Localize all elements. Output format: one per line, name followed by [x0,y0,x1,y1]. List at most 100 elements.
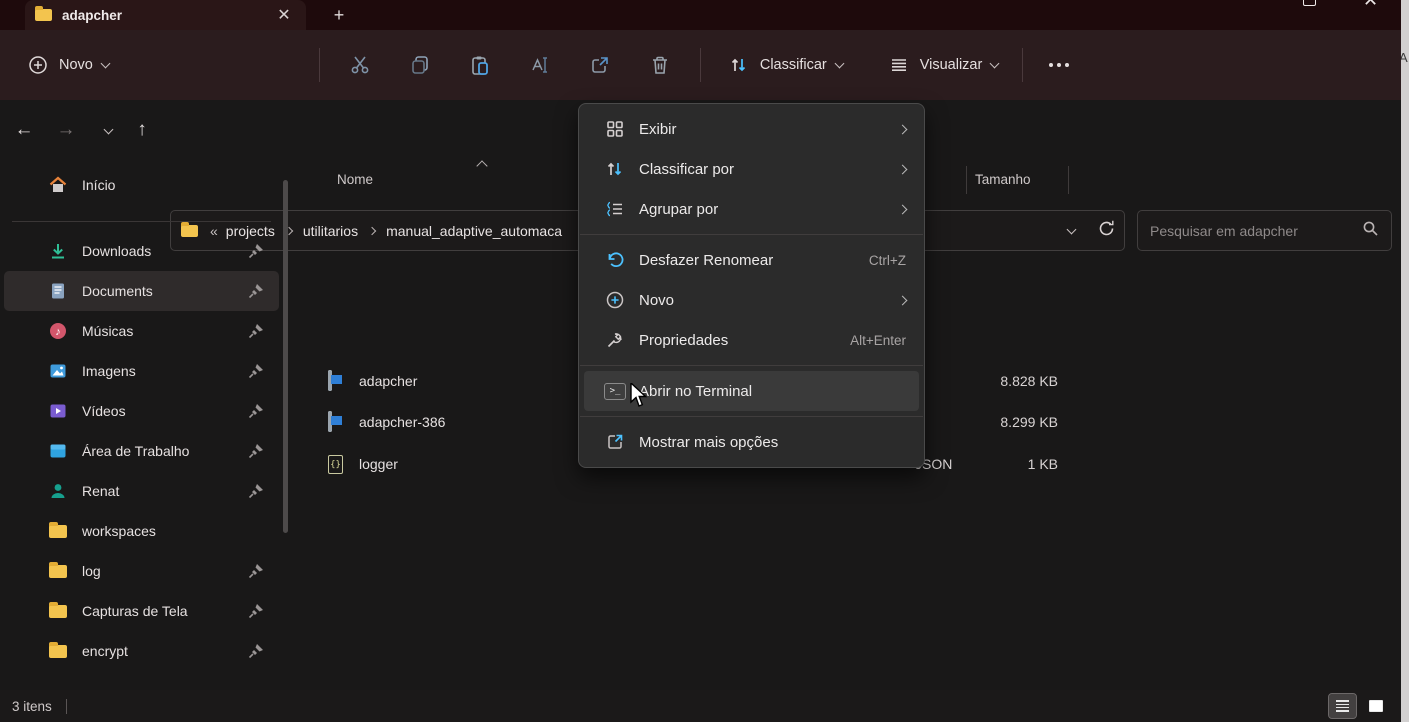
file-explorer-window: adapcher ✕ + ✕ Novo [0,0,1409,722]
title-bar: adapcher ✕ + ✕ [0,0,1401,30]
rename-icon[interactable] [528,53,552,77]
share-icon[interactable] [588,53,612,77]
pin-icon [247,602,265,620]
sidebar-item-label: Renat [82,483,119,499]
document-icon [48,281,68,301]
delete-icon[interactable] [648,53,672,77]
sort-arrows-icon [727,53,751,77]
menu-item-classificar-por[interactable]: Classificar por [584,149,919,189]
sidebar-item-videos[interactable]: Vídeos [4,391,279,431]
video-icon [48,401,68,421]
sidebar-item-capturas-de-tela[interactable]: Capturas de Tela [4,591,279,631]
download-icon [48,241,68,261]
plus-circle-icon [603,288,627,312]
sidebar-item-downloads[interactable]: Downloads [4,231,279,271]
folder-icon [48,521,68,541]
menu-item-agrupar-por[interactable]: Agrupar por [584,189,919,229]
svg-text:♪: ♪ [55,326,61,338]
menu-item-label: Exibir [639,121,899,138]
status-divider [66,699,67,714]
sidebar-item-encrypt[interactable]: encrypt [4,631,279,671]
column-header-name[interactable]: Nome [337,172,373,187]
toolbar-divider [319,48,320,82]
grid-icon [603,117,627,141]
sidebar-scrollbar[interactable] [283,180,288,533]
back-icon[interactable]: ← [8,114,40,146]
sort-arrows-icon [603,157,627,181]
edge-partial-text: A [1401,50,1408,65]
menu-item-label: Mostrar mais opções [639,434,906,451]
sort-button[interactable]: Classificar [717,45,853,85]
column-divider[interactable] [1068,166,1069,194]
sidebar-item-workspaces[interactable]: workspaces [4,511,279,551]
pin-icon [247,322,265,340]
pin-icon [247,362,265,380]
see-more-icon[interactable] [1049,63,1069,67]
items-count: 3 itens [12,699,52,714]
cut-icon[interactable] [348,53,372,77]
maximize-icon[interactable] [1303,0,1316,6]
new-button[interactable]: Novo [16,45,119,85]
explorer-tab[interactable]: adapcher ✕ [25,0,306,30]
pin-icon [247,402,265,420]
submenu-chevron-icon [898,204,908,214]
pin-icon [247,562,265,580]
sidebar-item-documents[interactable]: Documents [4,271,279,311]
toolbar-divider [1022,48,1023,82]
paste-icon[interactable] [468,53,492,77]
terminal-icon: >_ [603,379,627,403]
sidebar-item-label: workspaces [82,523,156,539]
column-header-size[interactable]: Tamanho [975,172,1031,187]
menu-item-label: Abrir no Terminal [639,383,906,400]
sidebar-separator [12,221,271,222]
sidebar-item-label: Vídeos [82,403,126,419]
sidebar-item-label: Downloads [82,243,151,259]
menu-shortcut: Ctrl+Z [869,253,906,268]
picture-icon [48,361,68,381]
pin-icon [247,282,265,300]
pin-icon [247,242,265,260]
tab-close-icon[interactable]: ✕ [272,4,296,26]
sidebar-item-log[interactable]: log [4,551,279,591]
menu-item-label: Propriedades [639,332,850,349]
menu-item-propriedades[interactable]: Propriedades Alt+Enter [584,320,919,360]
group-by-icon [603,197,627,221]
sidebar-item-imagens[interactable]: Imagens [4,351,279,391]
music-icon: ♪ [48,321,68,341]
sidebar-item-label: Músicas [82,323,133,339]
sidebar-item-label: Área de Trabalho [82,443,189,459]
sidebar-item-label: Imagens [82,363,136,379]
sidebar-item-label: log [82,563,101,579]
menu-item-exibir[interactable]: Exibir [584,109,919,149]
sort-button-label: Classificar [760,57,827,73]
recent-locations-chevron-icon[interactable] [92,114,124,146]
view-button[interactable]: Visualizar [877,45,1009,85]
new-tab-button[interactable]: + [326,2,352,28]
list-lines-icon [887,53,911,77]
pin-icon [247,482,265,500]
window-close-icon[interactable]: ✕ [1363,0,1378,11]
menu-item-label: Desfazer Renomear [639,252,869,269]
sidebar-item-label: Documents [82,283,153,299]
large-icons-view-button[interactable] [1362,694,1389,718]
copy-icon[interactable] [408,53,432,77]
sidebar-item-inicio[interactable]: Início [4,165,279,205]
user-icon [48,481,68,501]
submenu-chevron-icon [898,164,908,174]
new-button-label: Novo [59,57,93,73]
sidebar-item-renat[interactable]: Renat [4,471,279,511]
menu-item-desfazer-renomear[interactable]: Desfazer Renomear Ctrl+Z [584,240,919,280]
forward-icon[interactable]: → [50,114,82,146]
column-divider[interactable] [966,166,967,194]
sidebar-item-area-de-trabalho[interactable]: Área de Trabalho [4,431,279,471]
up-icon[interactable]: ↑ [126,114,158,146]
sidebar-item-musicas[interactable]: ♪ Músicas [4,311,279,351]
pin-icon [247,442,265,460]
submenu-chevron-icon [898,124,908,134]
chevron-down-icon [100,58,110,68]
menu-item-mostrar-mais-opcoes[interactable]: Mostrar mais opções [584,422,919,462]
application-icon [328,372,348,392]
sidebar-item-label: Capturas de Tela [82,603,188,619]
menu-item-novo[interactable]: Novo [584,280,919,320]
details-view-button[interactable] [1329,694,1356,718]
